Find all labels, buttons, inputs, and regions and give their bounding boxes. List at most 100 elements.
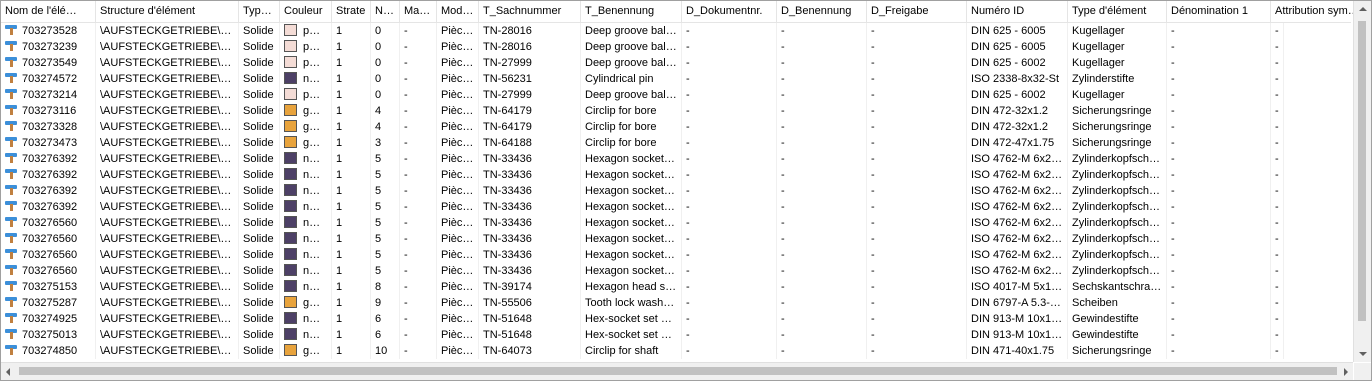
table-row[interactable]: 703273328 \AUFSTECKGETRIEBE\E6… Solide g… 1 4… xyxy=(1,119,1351,135)
table-row[interactable]: 703276392 \AUFSTECKGETRIEBE\E6… Solide n… 1 5… xyxy=(1,183,1351,199)
cell-text: Pièce … xyxy=(441,73,479,85)
table-cell: - xyxy=(777,263,867,279)
cell-text: - xyxy=(1171,233,1175,245)
scroll-up-icon[interactable] xyxy=(1359,7,1367,11)
cell-text: n… xyxy=(303,201,321,213)
table-cell: Solide xyxy=(239,327,280,343)
cell-text: 0 xyxy=(375,57,382,69)
table-cell: - xyxy=(777,295,867,311)
table-row[interactable]: 703276560 \AUFSTECKGETRIEBE\E6… Solide n… 1 5… xyxy=(1,215,1351,231)
column-header[interactable]: Structure d'élément xyxy=(96,1,239,22)
horizontal-scrollbar[interactable] xyxy=(1,362,1353,380)
cell-text: Zylinderstifte xyxy=(1072,73,1135,85)
table-row[interactable]: 703276392 \AUFSTECKGETRIEBE\E6… Solide n… 1 5… xyxy=(1,167,1351,183)
table-row[interactable]: 703276392 \AUFSTECKGETRIEBE\E6… Solide n… 1 5… xyxy=(1,199,1351,215)
cell-text: - xyxy=(1171,217,1175,229)
table-row[interactable]: 703273473 \AUFSTECKGETRIEBE\E6… Solide g… 1 3… xyxy=(1,135,1351,151)
table-row[interactable]: 703276560 \AUFSTECKGETRIEBE\E6… Solide n… 1 5… xyxy=(1,231,1351,247)
column-header[interactable]: Type d'élément xyxy=(1068,1,1167,22)
table-cell: Circlip for bore xyxy=(581,119,682,135)
table-cell: Kugellager xyxy=(1068,55,1167,71)
part-icon xyxy=(5,232,17,244)
table-cell: 703273116 xyxy=(1,103,96,119)
cell-text: 1 xyxy=(336,345,343,357)
cell-text: - xyxy=(1275,121,1279,133)
table-cell: Kugellager xyxy=(1068,39,1167,55)
cell-text: - xyxy=(1171,265,1175,277)
column-header[interactable]: D_Dokumentnr. xyxy=(682,1,777,22)
table-cell: 703274850 xyxy=(1,343,96,359)
table-cell: Gewindestifte xyxy=(1068,327,1167,343)
table-cell: Solide xyxy=(239,151,280,167)
column-header[interactable]: T_Benennung xyxy=(581,1,682,22)
table-cell: - xyxy=(1271,311,1284,327)
cell-text: - xyxy=(1171,345,1175,357)
cell-text: Solide xyxy=(243,121,274,133)
table-row[interactable]: 703274850 \AUFSTECKGETRIEBE\78… Solide g… 1 1… xyxy=(1,343,1351,359)
scroll-down-icon[interactable] xyxy=(1359,352,1367,356)
table-cell: ISO 4762-M 6x2… xyxy=(967,247,1068,263)
table-row[interactable]: 703273116 \AUFSTECKGETRIEBE\E6… Solide g… 1 4… xyxy=(1,103,1351,119)
table-row[interactable]: 703273549 \AUFSTECKGETRIEBE\ZA… Solide p… 1 0… xyxy=(1,55,1351,71)
column-header[interactable]: Numéro ID xyxy=(967,1,1068,22)
cell-text: Hex-socket set s… xyxy=(585,313,678,325)
vertical-scroll-thumb[interactable] xyxy=(1358,21,1366,321)
table-row[interactable]: 703273214 \AUFSTECKGETRIEBE\ZA… Solide p… 1 0… xyxy=(1,87,1351,103)
table-cell: - xyxy=(1167,183,1271,199)
table-cell: - xyxy=(1167,231,1271,247)
table-row[interactable]: 703273528 \AUFSTECKGETRIEBE\RIT… Solide p… 1… xyxy=(1,23,1351,39)
part-icon xyxy=(5,152,17,164)
table-row[interactable]: 703276560 \AUFSTECKGETRIEBE\E6… Solide n… 1 5… xyxy=(1,263,1351,279)
cell-text: ISO 4762-M 6x2… xyxy=(971,217,1063,229)
cell-text: Zylinderkopfsch… xyxy=(1072,265,1161,277)
cell-text: Sicherungsringe xyxy=(1072,345,1152,357)
cell-text: DIN 913-M 10x1… xyxy=(971,329,1063,341)
table-cell: 1 xyxy=(332,167,371,183)
table-cell: 5 xyxy=(371,199,400,215)
column-header[interactable]: Nom de l'élé… xyxy=(1,1,96,22)
table-cell: \AUFSTECKGETRIEBE\E6… xyxy=(96,263,239,279)
table-row[interactable]: 703276560 \AUFSTECKGETRIEBE\E6… Solide n… 1 5… xyxy=(1,247,1351,263)
column-header[interactable]: N… xyxy=(371,1,400,22)
table-cell: - xyxy=(867,183,967,199)
table-row[interactable]: 703275287 \AUFSTECKGETRIEBE\78… Solide g… 1 9… xyxy=(1,295,1351,311)
column-header[interactable]: Couleur xyxy=(280,1,332,22)
column-header[interactable]: Strate xyxy=(332,1,371,22)
table-row[interactable]: 703274572 \AUFSTECKGETRIEBE\ZA… Solide n… 1 0… xyxy=(1,71,1351,87)
cell-text: - xyxy=(686,57,690,69)
cell-text: Pièce … xyxy=(441,281,479,293)
scroll-left-icon[interactable] xyxy=(6,368,10,376)
table-cell: 5 xyxy=(371,183,400,199)
table-cell: 0 xyxy=(371,71,400,87)
cell-text: TN-27999 xyxy=(483,57,532,69)
column-header[interactable]: D_Freigabe xyxy=(867,1,967,22)
column-header[interactable]: Mod… xyxy=(437,1,479,22)
table-row[interactable]: 703274925 \AUFSTECKGETRIEBE\78… Solide n… 1 6… xyxy=(1,311,1351,327)
table-row[interactable]: 703275013 \AUFSTECKGETRIEBE\78… Solide n… 1 6… xyxy=(1,327,1351,343)
horizontal-scroll-thumb[interactable] xyxy=(19,367,1337,375)
table-row[interactable]: 703276392 \AUFSTECKGETRIEBE\E6… Solide n… 1 5… xyxy=(1,151,1351,167)
column-header[interactable]: Type… xyxy=(239,1,280,22)
vertical-scrollbar[interactable] xyxy=(1353,1,1371,362)
table-row[interactable]: 703273239 \AUFSTECKGETRIEBE\RIT… Solide p… 1… xyxy=(1,39,1351,55)
cell-text: TN-27999 xyxy=(483,89,532,101)
column-header[interactable]: T_Sachnummer xyxy=(479,1,581,22)
column-header[interactable]: Dénomination 1 xyxy=(1167,1,1271,22)
column-header[interactable]: Mat… xyxy=(400,1,437,22)
cell-text: - xyxy=(1171,329,1175,341)
part-icon xyxy=(5,184,17,196)
column-header[interactable]: D_Benennung xyxy=(777,1,867,22)
cell-text: Pièce … xyxy=(441,297,479,309)
table-row[interactable]: 703275153 \AUFSTECKGETRIEBE\78… Solide n… 1 8… xyxy=(1,279,1351,295)
cell-text: 1 xyxy=(336,25,343,37)
table-cell: p… xyxy=(280,55,332,71)
cell-text: n… xyxy=(303,313,321,325)
cell-text: Deep groove bal… xyxy=(585,57,677,69)
cell-text: - xyxy=(871,249,875,261)
column-header[interactable]: Attribution sym… xyxy=(1271,1,1364,22)
scroll-right-icon[interactable] xyxy=(1344,368,1348,376)
table-cell: - xyxy=(682,327,777,343)
table-cell: Pièce … xyxy=(437,183,479,199)
table-cell: - xyxy=(400,199,437,215)
table-cell: - xyxy=(1167,23,1271,39)
